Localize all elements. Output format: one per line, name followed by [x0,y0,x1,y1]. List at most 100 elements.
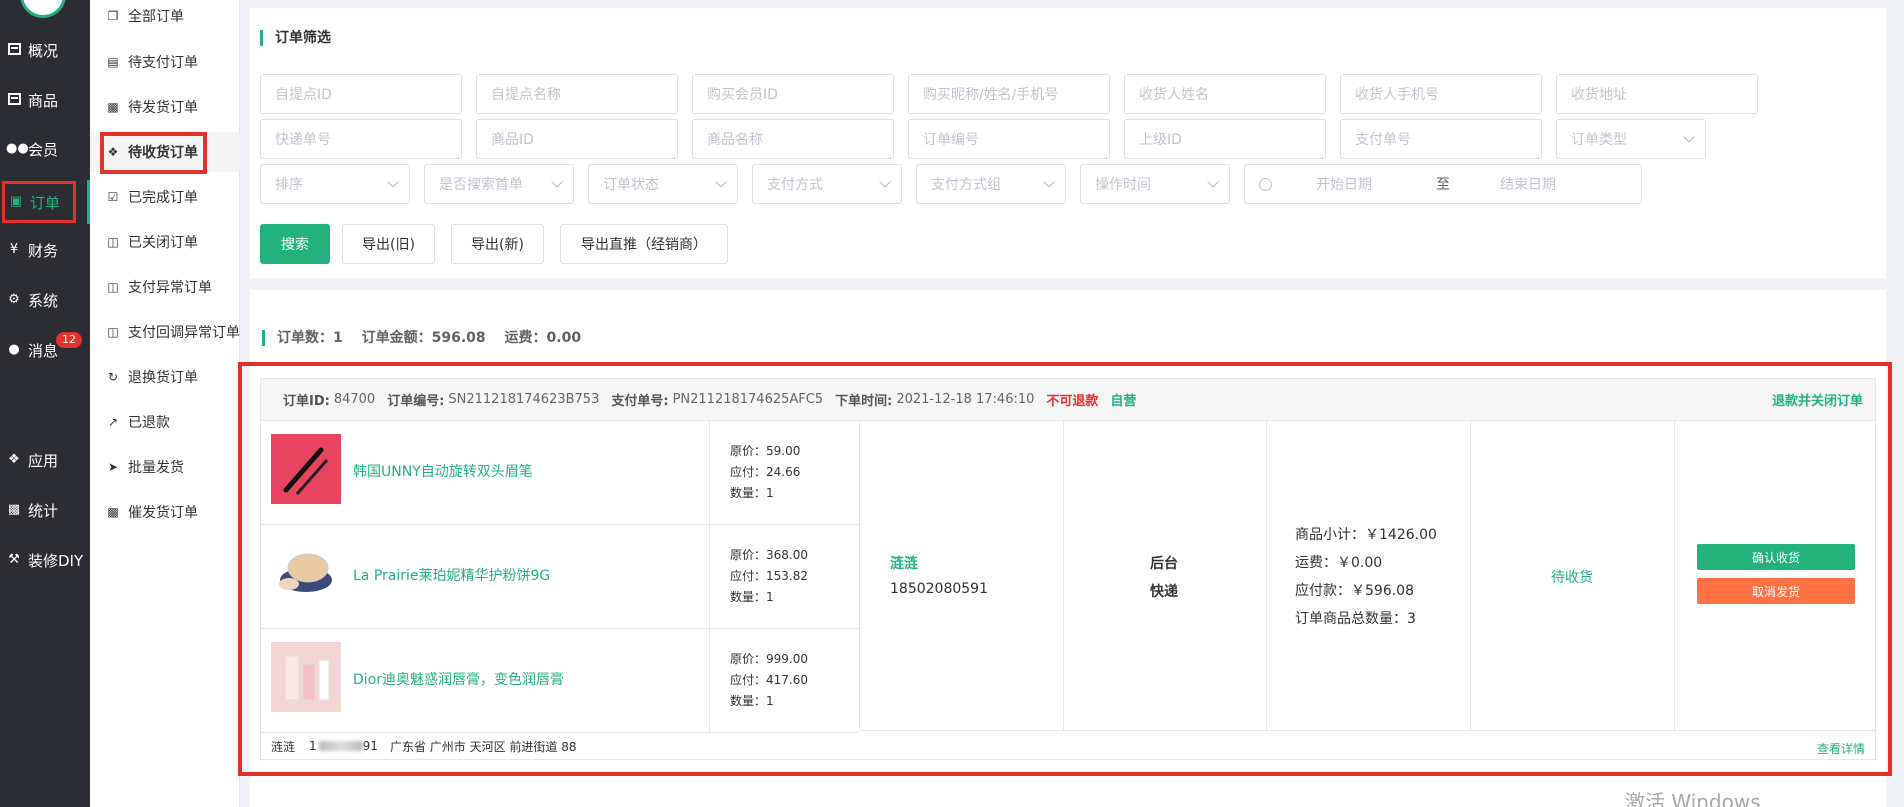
nav-label: 消息 [28,341,59,360]
buyer-search-input[interactable]: 购买昵称/姓名/手机号 [908,74,1110,114]
select-placeholder: 排序 [275,177,303,193]
app-logo[interactable] [20,0,66,18]
pay-no-label: 支付单号: [611,394,669,409]
clock-icon [1259,177,1272,191]
nav-label: 统计 [28,501,59,520]
nav-decoration[interactable]: ⚒ 装修DIY [0,540,90,580]
submenu-urge-ship[interactable]: ▩ 催发货订单 [90,492,240,532]
yen-icon: ¥ [9,242,19,257]
nav-orders[interactable]: ▣ 订单 [2,181,76,223]
select-placeholder: 订单类型 [1571,132,1627,148]
member-id-input[interactable]: 购买会员ID [692,74,894,114]
product-name-link[interactable]: 韩国UNNY自动旋转双头眉笔 [353,461,533,481]
product-name-input[interactable]: 商品名称 [692,119,894,159]
submenu-label: 批量发货 [128,460,184,476]
export-direct-button[interactable]: 导出直推（经销商） [560,224,728,264]
product-id-input[interactable]: 商品ID [476,119,678,159]
select-placeholder: 支付方式组 [931,177,1001,193]
footer-name: 涟涟 [271,739,296,754]
compact-powder-image [279,553,332,592]
due-price: 应付：417.60 [730,673,808,687]
date-range-picker[interactable]: 开始日期 至 结束日期 [1244,164,1642,204]
nav-members[interactable]: ●● 会员 [0,129,90,169]
trash-icon: ◫ [107,235,119,249]
message-count-badge: 12 [56,332,82,348]
nav-label: 系统 [28,291,59,310]
consignee-name-input[interactable]: 收货人姓名 [1124,74,1326,114]
submenu-completed[interactable]: ☑ 已完成订单 [90,177,240,217]
delivery-cell: 后台 快递 [1063,421,1266,731]
product-row: La Prairie莱珀妮精华护粉饼9G [261,525,709,629]
submenu-pending-receipt[interactable]: ❖ 待收货订单 [90,132,240,174]
select-placeholder: 操作时间 [1095,177,1151,193]
buyer-name-link[interactable]: 涟涟 [890,553,918,573]
product-image [271,434,341,504]
freight-amount: 0.00 [546,330,582,346]
submenu-label: 退换货订单 [128,370,198,386]
copy-icon: ❐ [107,9,119,23]
submenu-pending-shipment[interactable]: ▩ 待发货订单 [90,87,240,127]
cancel-shipment-button[interactable]: 取消发货 [1697,578,1855,604]
product-name-link[interactable]: Dior迪奥魅惑润唇膏，变色润唇膏 [353,669,564,689]
freight-label: 运费： [504,330,547,346]
order-card: 订单ID: 84700 订单编号: SN211218174623B753 支付单… [260,378,1877,760]
nav-apps[interactable]: ❖ 应用 [0,440,90,480]
pickup-name-input[interactable]: 自提点名称 [476,74,678,114]
submenu-all-orders[interactable]: ❐ 全部订单 [90,0,240,36]
end-date-input[interactable]: 结束日期 [1500,174,1556,194]
pickup-id-input[interactable]: 自提点ID [260,74,462,114]
pay-no: PN211218174625AFC5 [672,392,824,407]
order-no-input[interactable]: 订单编号 [908,119,1110,159]
order-type-select[interactable]: 订单类型 [1556,119,1706,159]
submenu-callback-error[interactable]: ◫ 支付回调异常订单 [90,312,240,352]
sort-select[interactable]: 排序 [260,164,410,204]
nav-finance[interactable]: ¥ 财务 [0,230,90,270]
order-amount-label: 订单金额： [361,330,432,346]
members-icon: ●● [6,141,29,156]
hammer-icon: ⚒ [8,552,20,567]
nav-messages[interactable]: ● 消息 12 [0,330,90,370]
consignee-phone-input[interactable]: 收货人手机号 [1340,74,1542,114]
export-new-button[interactable]: 导出(新) [451,224,544,264]
start-date-input[interactable]: 开始日期 [1316,174,1436,194]
self-run-tag: 自营 [1110,394,1137,409]
view-detail-link[interactable]: 查看详情 [1817,740,1865,757]
due-price: 应付：24.66 [730,465,801,479]
truck-icon: ▩ [107,100,119,114]
submenu-refunded[interactable]: ↗ 已退款 [90,402,240,442]
main-sidebar: 概况 商品 ●● 会员 ▣ 订单 ¥ 财务 ⚙ 系统 ● 消息 12 ❖ 应用 … [0,0,90,807]
submenu-returns[interactable]: ↻ 退换货订单 [90,357,240,397]
address-input[interactable]: 收货地址 [1556,74,1758,114]
nav-products[interactable]: 商品 [0,80,90,120]
subtotal: 商品小计：￥1426.00 [1295,527,1437,543]
submenu-batch-ship[interactable]: ➤ 批量发货 [90,447,240,487]
order-no: SN211218174623B753 [448,392,600,407]
search-button[interactable]: 搜索 [260,224,330,264]
pay-method-select[interactable]: 支付方式 [752,164,902,204]
order-source: 后台 [1150,556,1178,572]
parent-id-input[interactable]: 上级ID [1124,119,1326,159]
original-price: 原价：368.00 [730,548,808,562]
tracking-no-input[interactable]: 快递单号 [260,119,462,159]
submenu-pending-payment[interactable]: ▤ 待支付订单 [90,42,240,82]
product-name-link[interactable]: La Prairie莱珀妮精华护粉饼9G [353,565,550,585]
order-summary: 订单数：1 订单金额：596.08 运费：0.00 [262,330,595,346]
pay-group-select[interactable]: 支付方式组 [916,164,1066,204]
footer-phone-prefix: 1 [309,739,317,753]
submenu-closed[interactable]: ◫ 已关闭订单 [90,222,240,262]
first-order-select[interactable]: 是否搜索首单 [424,164,574,204]
nav-stats[interactable]: ▩ 统计 [0,490,90,530]
chevron-down-icon [1043,176,1055,188]
payable-amount: 应付款：￥596.08 [1295,583,1414,599]
confirm-receipt-button[interactable]: 确认收货 [1697,544,1855,570]
pay-no-input[interactable]: 支付单号 [1340,119,1542,159]
refund-close-link[interactable]: 退款并关闭订单 [1772,390,1863,409]
submenu-payment-error[interactable]: ◫ 支付异常订单 [90,267,240,307]
order-status: 待收货 [1551,570,1593,586]
nav-system[interactable]: ⚙ 系统 [0,280,90,320]
truck-icon: ▩ [107,505,119,519]
order-status-select[interactable]: 订单状态 [588,164,738,204]
operate-time-select[interactable]: 操作时间 [1080,164,1230,204]
nav-overview[interactable]: 概况 [0,30,90,70]
export-old-button[interactable]: 导出(旧) [342,224,435,264]
